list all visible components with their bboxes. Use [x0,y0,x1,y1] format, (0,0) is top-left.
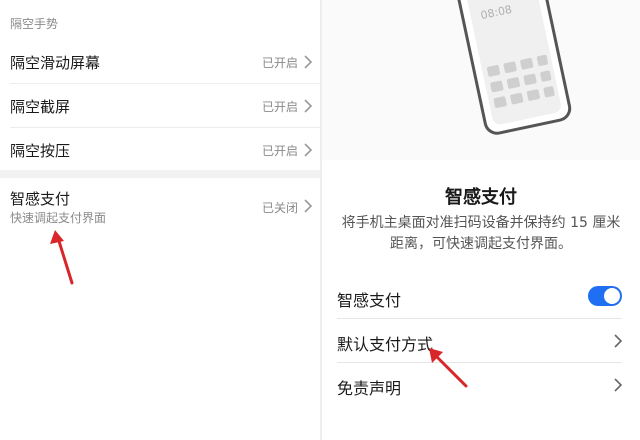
chevron-right-icon [304,143,313,157]
air-swipe-row[interactable]: 隔空滑动屏幕 已开启 [0,40,320,84]
phone-illustration: 08:08 [322,0,640,160]
smart-pay-toggle[interactable] [588,286,622,306]
default-payment-row[interactable]: 默认支付方式 [322,318,640,362]
phone-icon: 08:08 [454,0,572,135]
disclaimer-row[interactable]: 免责声明 [322,362,640,406]
status-text: 已开启 [261,100,298,114]
row-label: 隔空截屏 [10,98,71,116]
page-description: 将手机主桌面对准扫码设备并保持约 15 厘米距离，可快速调起支付界面。 [341,215,621,252]
chevron-right-icon [614,378,623,392]
row-label: 智感支付 [10,190,71,208]
smart-pay-detail-panel: 08:08 智感支付 将手机主桌面对准扫码设备并保持约 15 厘米距离，可快速调… [322,0,640,440]
chevron-right-icon [614,334,623,348]
gesture-settings-panel: 隔空手势 隔空滑动屏幕 已开启 隔空截屏 已开启 隔空按压 已开启 智感支付 快… [0,0,320,440]
red-arrow-annotation [429,348,468,388]
chevron-right-icon [304,199,313,213]
section-gap [0,170,320,178]
red-arrow-annotation [50,230,74,285]
status-text: 已开启 [261,56,298,70]
chevron-right-icon [304,55,313,69]
section-header: 隔空手势 [10,17,59,31]
row-label: 隔空滑动屏幕 [10,54,101,72]
chevron-right-icon [304,99,313,113]
row-label: 智感支付 [337,291,402,310]
status-text: 已开启 [261,144,298,158]
row-label: 默认支付方式 [337,335,434,354]
row-subtitle: 快速调起支付界面 [10,211,107,225]
row-label: 免责声明 [337,379,402,398]
row-label: 隔空按压 [10,142,71,160]
status-text: 已关闭 [261,201,298,215]
smart-pay-toggle-row: 智感支付 [322,274,640,318]
air-press-row[interactable]: 隔空按压 已开启 [0,128,320,172]
air-screenshot-row[interactable]: 隔空截屏 已开启 [0,84,320,128]
toggle-knob [604,288,620,304]
page-title: 智感支付 [445,187,517,208]
